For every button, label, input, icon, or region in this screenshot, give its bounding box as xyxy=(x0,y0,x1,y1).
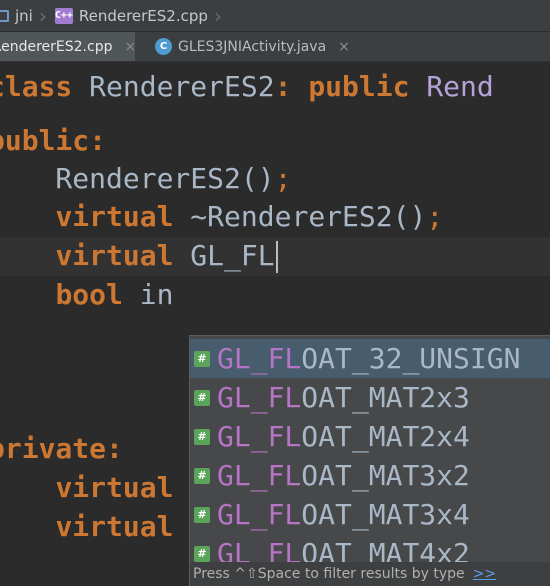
code-token: virtual xyxy=(55,471,174,504)
completion-rest: OAT_32_UNSIGN xyxy=(301,342,521,375)
code-line: virtual xyxy=(0,469,173,507)
breadcrumb-folder-label: jni xyxy=(15,6,33,25)
completion-match: GL_FL xyxy=(217,459,302,492)
code-token: virtual xyxy=(55,239,174,272)
tab-gles3jni-activity[interactable]: C GLES3JNIActivity.java × xyxy=(135,32,365,61)
completion-item[interactable]: # GL_FL OAT_32_UNSIGN xyxy=(190,339,550,378)
java-class-icon: C xyxy=(155,38,172,55)
constant-icon: # xyxy=(194,428,210,445)
completion-rest: OAT_MAT3x2 xyxy=(301,459,470,492)
breadcrumb: jni › C++ RendererES2.cpp › xyxy=(0,0,550,32)
code-token: bool xyxy=(55,278,123,311)
code-token: : xyxy=(274,70,292,103)
code-line: virtual GL_FL xyxy=(0,237,278,275)
completion-rest: OAT_MAT2x4 xyxy=(301,420,470,453)
code-line: bool in xyxy=(0,276,173,314)
code-token: ~RendererES2() xyxy=(173,200,427,233)
chevron-right-icon: › xyxy=(38,3,47,28)
completion-match: GL_FL xyxy=(217,420,302,453)
constant-icon: # xyxy=(194,389,210,406)
chevron-right-icon: › xyxy=(213,3,222,28)
code-token: public xyxy=(308,70,410,103)
completion-item[interactable]: # GL_FL OAT_MAT3x4 xyxy=(190,495,550,534)
completion-match: GL_FL xyxy=(217,498,302,531)
folder-icon xyxy=(0,9,9,22)
completion-more-link[interactable]: >> xyxy=(473,566,496,582)
completion-item[interactable]: # GL_FL OAT_MAT2x4 xyxy=(190,417,550,456)
completion-item[interactable]: # GL_FL OAT_MAT2x3 xyxy=(190,378,550,417)
code-token: ; xyxy=(426,200,444,233)
constant-icon: # xyxy=(194,506,210,523)
completion-footer: Press ^⇧Space to filter results by type … xyxy=(190,562,550,586)
tab-label: GLES3JNIActivity.java xyxy=(178,38,327,55)
code-line: virtual ~RendererES2(); xyxy=(0,198,443,236)
close-icon[interactable]: × xyxy=(338,39,350,55)
code-line: private: xyxy=(0,430,123,468)
code-token: private xyxy=(0,432,107,465)
code-token: GL_FL xyxy=(173,239,275,272)
code-token: ; xyxy=(274,162,292,195)
code-token: class xyxy=(0,70,73,103)
completion-popup: # GL_FL OAT_32_UNSIGN # GL_FL OAT_MAT2x3 # GL_F… xyxy=(189,335,550,586)
constant-icon: # xyxy=(194,350,210,367)
code-token: Rend xyxy=(426,70,494,103)
tab-renderer-cpp[interactable]: RendererES2.cpp × xyxy=(0,32,136,61)
constant-icon: # xyxy=(194,545,210,562)
completion-match: GL_FL xyxy=(217,342,302,375)
code-line: public: xyxy=(0,122,106,160)
completion-match: GL_FL xyxy=(217,381,302,414)
breadcrumb-file-label: RendererES2.cpp xyxy=(78,6,208,25)
code-token: virtual xyxy=(55,510,174,543)
code-token: in xyxy=(122,278,174,311)
code-token: RendererES2() xyxy=(0,162,275,195)
breadcrumb-file[interactable]: C++ RendererES2.cpp xyxy=(51,0,212,31)
breadcrumb-folder[interactable]: jni xyxy=(0,0,37,31)
cpp-file-icon: C++ xyxy=(55,7,73,24)
code-line: RendererES2(); xyxy=(0,160,291,198)
code-token: virtual xyxy=(55,200,174,233)
code-token: : xyxy=(106,432,123,465)
completion-rest: OAT_MAT2x3 xyxy=(301,381,470,414)
constant-icon: # xyxy=(194,467,210,484)
code-token: RendererES2 xyxy=(72,70,275,103)
code-token: public xyxy=(0,124,90,157)
code-editor[interactable]: class RendererES2: public Rendpublic: Re… xyxy=(0,62,550,586)
text-caret xyxy=(275,241,278,273)
code-token: : xyxy=(89,124,107,157)
completion-hint: Press ^⇧Space to filter results by type xyxy=(193,566,465,582)
editor-tab-bar: RendererES2.cpp × C GLES3JNIActivity.jav… xyxy=(0,32,550,62)
completion-rest: OAT_MAT3x4 xyxy=(301,498,470,531)
completion-item[interactable]: # GL_FL OAT_MAT3x2 xyxy=(190,456,550,495)
tab-label: RendererES2.cpp xyxy=(0,38,113,55)
code-line: class RendererES2: public Rend xyxy=(0,68,494,106)
